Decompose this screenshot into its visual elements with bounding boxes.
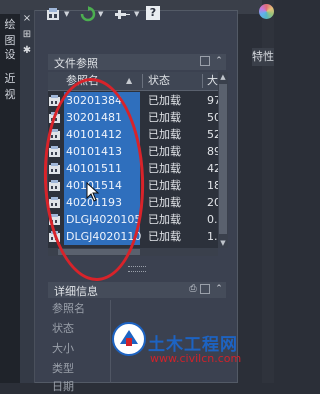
details-view-icon[interactable] — [200, 284, 210, 294]
auto-hide-icon[interactable]: ⊞ — [22, 30, 32, 40]
chevron-down-icon[interactable]: ▼ — [98, 10, 103, 18]
scroll-up-icon[interactable]: ▲ — [218, 72, 228, 82]
detail-label-name: 参照名 — [52, 302, 85, 315]
row-size: 1.7 — [207, 230, 218, 243]
change-path-icon[interactable] — [114, 6, 132, 22]
chevron-down-icon[interactable]: ▼ — [134, 10, 139, 18]
row-status: 已加载 — [148, 213, 181, 226]
row-size: 52 — [207, 128, 218, 141]
row-size: 20 — [207, 196, 218, 209]
watermark-url: www.civilcn.com — [150, 352, 242, 365]
column-divider[interactable] — [202, 74, 203, 88]
row-status: 已加载 — [148, 94, 181, 107]
row-size: 18 — [207, 179, 218, 192]
vertical-scroll-thumb[interactable] — [219, 84, 227, 234]
left-tab-draw[interactable]: 绘图 — [0, 16, 20, 48]
left-tab-near[interactable]: 近视 — [0, 70, 20, 102]
splitter-grip-icon[interactable] — [128, 266, 146, 272]
row-status: 已加载 — [148, 128, 181, 141]
chevron-down-icon[interactable]: ▼ — [64, 10, 69, 18]
attach-dwg-icon[interactable] — [46, 6, 62, 22]
properties-icon[interactable]: ✱ — [22, 46, 32, 56]
mouse-cursor-icon — [86, 182, 100, 202]
detail-label-type: 类型 — [52, 362, 74, 375]
detail-label-date: 日期 — [52, 380, 74, 393]
detail-label-status: 状态 — [52, 322, 74, 335]
properties-tab[interactable]: 特性 — [252, 48, 274, 66]
close-icon[interactable]: × — [22, 14, 32, 24]
file-references-title: 文件参照 — [54, 57, 98, 70]
color-wheel-icon[interactable] — [259, 4, 274, 19]
palette-title-strip[interactable] — [20, 10, 35, 383]
left-tab-set[interactable]: 设 — [0, 46, 20, 62]
collapse-icon[interactable]: ⌃ — [214, 284, 224, 294]
detail-label-size: 大小 — [52, 342, 74, 355]
row-status: 已加载 — [148, 145, 181, 158]
collapse-icon[interactable]: ⌃ — [214, 56, 224, 66]
column-divider[interactable] — [142, 74, 143, 88]
row-status: 已加载 — [148, 196, 181, 209]
details-column-divider — [110, 300, 111, 383]
row-status: 已加载 — [148, 111, 181, 124]
column-header-status[interactable]: 状态 — [148, 72, 170, 90]
palette-toolbar — [36, 18, 238, 48]
civilcn-logo — [112, 322, 146, 356]
refresh-icon[interactable] — [80, 6, 96, 22]
column-header-size[interactable]: 大 — [207, 72, 218, 90]
row-status: 已加载 — [148, 162, 181, 175]
row-size: 89 — [207, 145, 218, 158]
list-view-icon[interactable] — [200, 56, 210, 66]
row-size: 0.9 — [207, 213, 218, 226]
row-status: 已加载 — [148, 179, 181, 192]
sort-ascending-icon[interactable]: ▲ — [126, 72, 132, 90]
preview-icon[interactable]: ⎙ — [188, 284, 198, 294]
row-size: 97 — [207, 94, 218, 107]
help-icon[interactable]: ? — [146, 6, 160, 20]
row-size: 42 — [207, 162, 218, 175]
details-title: 详细信息 — [54, 285, 98, 298]
row-size: 50 — [207, 111, 218, 124]
row-status: 已加载 — [148, 230, 181, 243]
scroll-down-icon[interactable]: ▼ — [218, 238, 228, 248]
